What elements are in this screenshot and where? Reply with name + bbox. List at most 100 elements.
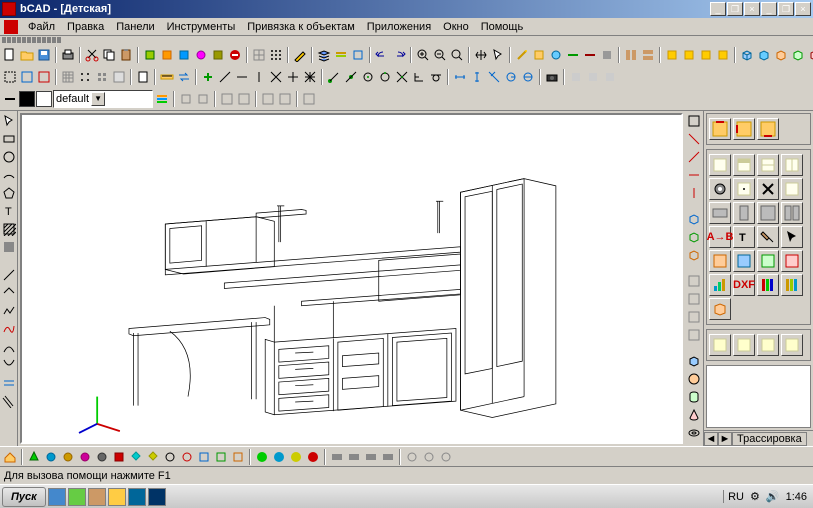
- ab-convert-icon[interactable]: A→B: [709, 226, 731, 248]
- tab-scroll-left[interactable]: ◄: [704, 432, 718, 446]
- line2-icon[interactable]: [1, 285, 17, 301]
- line-style-icon[interactable]: [2, 91, 18, 107]
- text-icon[interactable]: T: [733, 226, 755, 248]
- tab-scroll-right[interactable]: ►: [718, 432, 732, 446]
- circle-tool-icon[interactable]: [1, 149, 17, 165]
- move-icon[interactable]: [1, 267, 17, 283]
- cross2-icon[interactable]: [285, 69, 301, 85]
- taskbar-app-icon[interactable]: [88, 488, 106, 506]
- tool-icon[interactable]: [277, 91, 293, 107]
- tool-icon[interactable]: [640, 47, 656, 63]
- clock[interactable]: 1:46: [786, 491, 807, 503]
- delete-icon[interactable]: [757, 178, 779, 200]
- tool-icon[interactable]: [664, 47, 680, 63]
- layers-icon[interactable]: [316, 47, 332, 63]
- snap-mid-icon[interactable]: [343, 69, 359, 85]
- tool-icon[interactable]: [350, 47, 366, 63]
- open-button[interactable]: [19, 47, 35, 63]
- nav-icon[interactable]: [380, 449, 396, 465]
- mdi-close-button[interactable]: ×: [795, 2, 811, 16]
- nav-icon[interactable]: [404, 449, 420, 465]
- copy-button[interactable]: [101, 47, 117, 63]
- tool-icon[interactable]: [193, 47, 209, 63]
- panel-btn[interactable]: [709, 118, 731, 140]
- cube-icon[interactable]: [739, 47, 755, 63]
- books2-icon[interactable]: [781, 274, 803, 296]
- nav-icon[interactable]: [329, 449, 345, 465]
- undo-button[interactable]: [374, 47, 390, 63]
- tray-icon[interactable]: 🔊: [766, 490, 780, 503]
- stop-icon[interactable]: [227, 47, 243, 63]
- polyline-icon[interactable]: [1, 303, 17, 319]
- menu-window[interactable]: Окно: [437, 20, 475, 34]
- menu-edit[interactable]: Правка: [61, 20, 110, 34]
- nav-icon[interactable]: [162, 449, 178, 465]
- zoom-in-button[interactable]: [415, 47, 431, 63]
- sphere-red-icon[interactable]: [305, 449, 321, 465]
- tool-icon[interactable]: [548, 47, 564, 63]
- start-button[interactable]: Пуск: [2, 487, 46, 507]
- paste-button[interactable]: [118, 47, 134, 63]
- panel-icon[interactable]: [757, 250, 779, 272]
- color-swatch-fg[interactable]: [19, 91, 35, 107]
- tray-icon[interactable]: ⚙: [750, 490, 760, 503]
- pointer-icon[interactable]: [781, 226, 803, 248]
- box-icon[interactable]: [709, 298, 731, 320]
- menu-panels[interactable]: Панели: [110, 20, 160, 34]
- books-icon[interactable]: [757, 274, 779, 296]
- cone-icon[interactable]: [686, 407, 702, 423]
- hammer-icon[interactable]: [757, 226, 779, 248]
- panel-icon[interactable]: [781, 250, 803, 272]
- drawing-canvas[interactable]: [20, 113, 683, 444]
- tool-icon[interactable]: [602, 69, 618, 85]
- panel-btn[interactable]: [733, 178, 755, 200]
- tool-icon[interactable]: [531, 47, 547, 63]
- cross-icon[interactable]: [268, 69, 284, 85]
- grid-icon[interactable]: [94, 69, 110, 85]
- cross3-icon[interactable]: [302, 69, 318, 85]
- nav-icon[interactable]: [438, 449, 454, 465]
- nav-icon[interactable]: [60, 449, 76, 465]
- nav-icon[interactable]: [145, 449, 161, 465]
- taskbar-app-icon[interactable]: [48, 488, 66, 506]
- curve-icon[interactable]: [1, 339, 17, 355]
- panel-icon[interactable]: [733, 250, 755, 272]
- line-v-icon[interactable]: [251, 69, 267, 85]
- grid-icon[interactable]: [77, 69, 93, 85]
- torus-icon[interactable]: [686, 425, 702, 441]
- grid-icon[interactable]: [60, 69, 76, 85]
- grid-icon[interactable]: [251, 47, 267, 63]
- redo-button[interactable]: [391, 47, 407, 63]
- nav-icon[interactable]: [230, 449, 246, 465]
- line-icon[interactable]: [217, 69, 233, 85]
- arc-tool-icon[interactable]: [1, 167, 17, 183]
- snap-end-icon[interactable]: [326, 69, 342, 85]
- panel-btn[interactable]: [781, 178, 803, 200]
- camera-icon[interactable]: [544, 69, 560, 85]
- rect-tool-icon[interactable]: [1, 131, 17, 147]
- layer-mgr-icon[interactable]: [154, 91, 170, 107]
- nav-icon[interactable]: [128, 449, 144, 465]
- nav-icon[interactable]: [77, 449, 93, 465]
- layer-combo[interactable]: default ▼: [53, 90, 153, 108]
- tool-icon[interactable]: [698, 47, 714, 63]
- grid-dots-icon[interactable]: [268, 47, 284, 63]
- tool-icon[interactable]: [568, 69, 584, 85]
- tool-icon[interactable]: [219, 91, 235, 107]
- taskbar-app-icon[interactable]: [108, 488, 126, 506]
- panel-btn[interactable]: [757, 154, 779, 176]
- nav-icon[interactable]: [213, 449, 229, 465]
- pan-button[interactable]: [473, 47, 489, 63]
- dim-h-icon[interactable]: [452, 69, 468, 85]
- panel-btn[interactable]: [733, 154, 755, 176]
- tool-icon[interactable]: [210, 47, 226, 63]
- cube3-icon[interactable]: [773, 47, 789, 63]
- cube5-icon[interactable]: [807, 47, 813, 63]
- panel-btn[interactable]: [781, 202, 803, 224]
- mdi-restore-button[interactable]: ❐: [778, 2, 794, 16]
- minimize-button[interactable]: _: [710, 2, 726, 16]
- taskbar-app-icon[interactable]: [68, 488, 86, 506]
- home-icon[interactable]: [2, 449, 18, 465]
- menu-help[interactable]: Помощь: [475, 20, 530, 34]
- print-button[interactable]: [60, 47, 76, 63]
